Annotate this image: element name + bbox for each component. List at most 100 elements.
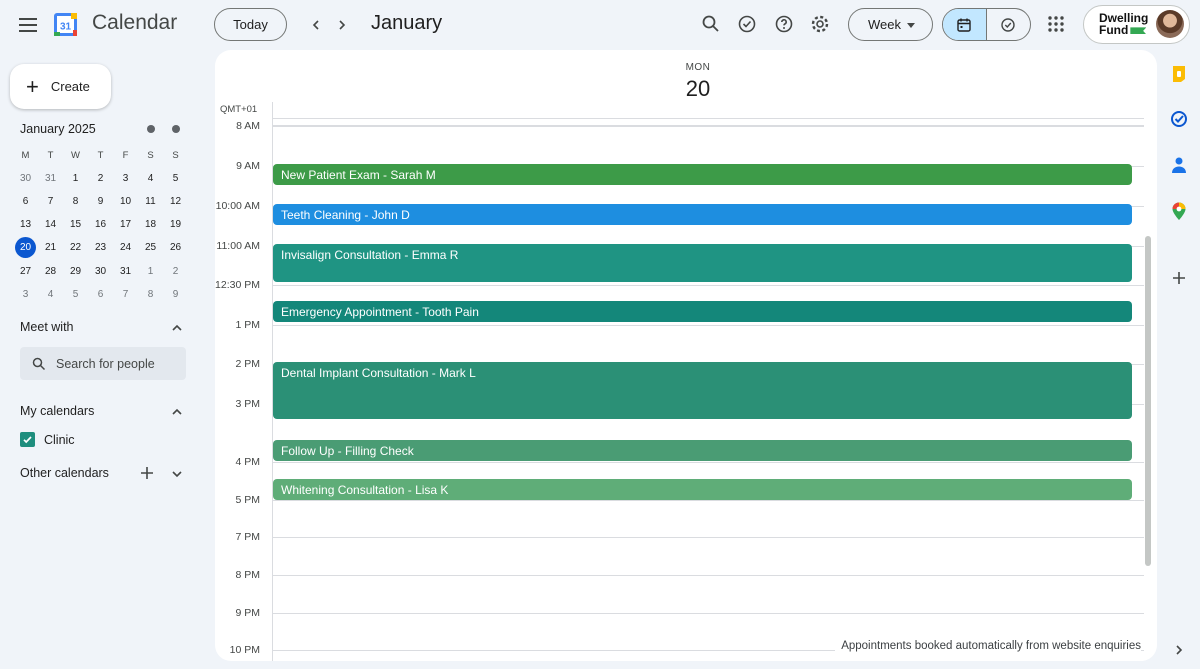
- mini-calendar-day[interactable]: 31: [113, 259, 138, 282]
- mini-calendar-day[interactable]: 14: [38, 213, 63, 236]
- brand-flag-icon: [1130, 27, 1147, 35]
- contacts-icon[interactable]: [1168, 154, 1190, 176]
- mini-calendar-day[interactable]: 1: [138, 259, 163, 282]
- other-calendars-title[interactable]: Other calendars: [20, 466, 109, 480]
- mini-calendar-next-icon[interactable]: [172, 125, 180, 133]
- mini-calendar-day[interactable]: 7: [113, 283, 138, 306]
- mini-calendar-day[interactable]: 5: [63, 283, 88, 306]
- my-calendars-title[interactable]: My calendars: [20, 404, 94, 418]
- day-date[interactable]: 20: [678, 76, 718, 102]
- mini-calendar-day[interactable]: 6: [88, 283, 113, 306]
- add-icon[interactable]: [1168, 267, 1190, 289]
- calendar-logo-icon: 31: [53, 12, 78, 37]
- add-icon[interactable]: [140, 466, 154, 480]
- previous-period-icon[interactable]: [304, 13, 328, 37]
- chevron-right-icon[interactable]: [1168, 639, 1190, 661]
- brand-line-2: Fund: [1099, 23, 1129, 37]
- tasks-view-icon[interactable]: [987, 9, 1031, 40]
- calendar-event[interactable]: Emergency Appointment - Tooth Pain: [273, 301, 1132, 322]
- task-check-icon[interactable]: [735, 12, 759, 36]
- mini-calendar-day[interactable]: 17: [113, 213, 138, 236]
- mini-calendar-day[interactable]: 10: [113, 190, 138, 213]
- mini-calendar-day[interactable]: 23: [88, 236, 113, 259]
- scrollbar[interactable]: [1145, 236, 1151, 566]
- hour-label: 3 PM: [235, 398, 260, 410]
- mini-calendar-day[interactable]: 26: [163, 236, 188, 259]
- mini-calendar-grid: M T W T F S S 30 31 1 2 3 4 5 6 7 8 9 10 11 12 13 14 15 16 17 18 19…: [13, 144, 188, 306]
- view-selector[interactable]: Week: [848, 8, 933, 41]
- mini-calendar-prev-icon[interactable]: [147, 125, 155, 133]
- keep-icon[interactable]: [1168, 63, 1190, 85]
- mini-calendar-day[interactable]: 8: [63, 190, 88, 213]
- maps-icon[interactable]: [1168, 200, 1190, 222]
- calendar-event[interactable]: Whitening Consultation - Lisa K: [273, 479, 1132, 500]
- mini-calendar-day[interactable]: 3: [113, 167, 138, 190]
- mini-calendar-day[interactable]: 9: [88, 190, 113, 213]
- top-bar: 31 Calendar Today January Week Dwelling …: [0, 0, 1200, 50]
- mini-calendar-day[interactable]: 29: [63, 259, 88, 282]
- mini-calendar-day[interactable]: 28: [38, 259, 63, 282]
- mini-calendar-day[interactable]: 22: [63, 236, 88, 259]
- mini-calendar-day[interactable]: 4: [138, 167, 163, 190]
- next-period-icon[interactable]: [330, 13, 354, 37]
- mini-calendar-weekday: T: [97, 150, 104, 162]
- mini-calendar-day[interactable]: 27: [13, 259, 38, 282]
- chevron-down-icon[interactable]: [170, 467, 184, 481]
- chevron-up-icon[interactable]: [170, 321, 184, 335]
- mini-calendar-day[interactable]: 19: [163, 213, 188, 236]
- mini-calendar-day[interactable]: 30: [88, 259, 113, 282]
- mini-calendar-day[interactable]: 3: [13, 283, 38, 306]
- help-icon[interactable]: [772, 12, 796, 36]
- mini-calendar-day[interactable]: 11: [138, 190, 163, 213]
- account-button[interactable]: Dwelling Fund: [1083, 5, 1190, 44]
- hour-label: 2 PM: [235, 358, 260, 370]
- mini-calendar-day[interactable]: 16: [88, 213, 113, 236]
- mini-calendar-day[interactable]: 21: [38, 236, 63, 259]
- hour-gridline: [272, 500, 1144, 501]
- mini-calendar-day-selected[interactable]: 20: [13, 236, 38, 259]
- calendar-event[interactable]: Teeth Cleaning - John D: [273, 204, 1132, 225]
- mini-calendar-day[interactable]: 31: [38, 167, 63, 190]
- search-people-placeholder: Search for people: [56, 356, 155, 371]
- mini-calendar-day[interactable]: 15: [63, 213, 88, 236]
- mini-calendar-day[interactable]: 1: [63, 167, 88, 190]
- mini-calendar-day[interactable]: 13: [13, 213, 38, 236]
- mini-calendar-day[interactable]: 7: [38, 190, 63, 213]
- calendar-event[interactable]: New Patient Exam - Sarah M: [273, 164, 1132, 185]
- calendar-item-label: Clinic: [44, 432, 75, 447]
- hour-label: 9 AM: [236, 160, 260, 172]
- calendar-item-clinic[interactable]: Clinic: [20, 432, 75, 447]
- mini-calendar-day[interactable]: 5: [163, 167, 188, 190]
- calendar-event[interactable]: Invisalign Consultation - Emma R: [273, 244, 1132, 282]
- apps-grid-icon[interactable]: [1044, 12, 1068, 36]
- chevron-up-icon[interactable]: [170, 405, 184, 419]
- search-people-input[interactable]: Search for people: [20, 347, 186, 380]
- plus-icon: +: [26, 73, 39, 99]
- avatar[interactable]: [1156, 10, 1184, 38]
- mini-calendar-day[interactable]: 24: [113, 236, 138, 259]
- today-button[interactable]: Today: [214, 8, 287, 41]
- mini-calendar-day[interactable]: 2: [163, 259, 188, 282]
- mini-calendar-day[interactable]: 9: [163, 283, 188, 306]
- calendar-event[interactable]: Dental Implant Consultation - Mark L: [273, 362, 1132, 419]
- calendar-event[interactable]: Follow Up - Filling Check: [273, 440, 1132, 461]
- search-icon[interactable]: [699, 12, 723, 36]
- mini-calendar-day[interactable]: 8: [138, 283, 163, 306]
- hour-gridline: [272, 126, 1144, 127]
- tasks-icon[interactable]: [1168, 108, 1190, 130]
- mini-calendar-day[interactable]: 12: [163, 190, 188, 213]
- mini-calendar-day[interactable]: 25: [138, 236, 163, 259]
- menu-icon[interactable]: [16, 13, 40, 37]
- mini-calendar-day[interactable]: 6: [13, 190, 38, 213]
- mini-calendar-day[interactable]: 4: [38, 283, 63, 306]
- hour-label: 11:00 AM: [216, 240, 260, 252]
- create-button[interactable]: + Create: [10, 64, 111, 109]
- mini-calendar-day[interactable]: 2: [88, 167, 113, 190]
- mini-calendar-weekday: F: [122, 150, 129, 162]
- mini-calendar-day[interactable]: 30: [13, 167, 38, 190]
- calendar-view-icon[interactable]: [943, 9, 987, 40]
- checkbox-checked-icon[interactable]: [20, 432, 35, 447]
- account-brand-logo: Dwelling Fund: [1099, 12, 1148, 36]
- settings-icon[interactable]: [808, 12, 832, 36]
- mini-calendar-day[interactable]: 18: [138, 213, 163, 236]
